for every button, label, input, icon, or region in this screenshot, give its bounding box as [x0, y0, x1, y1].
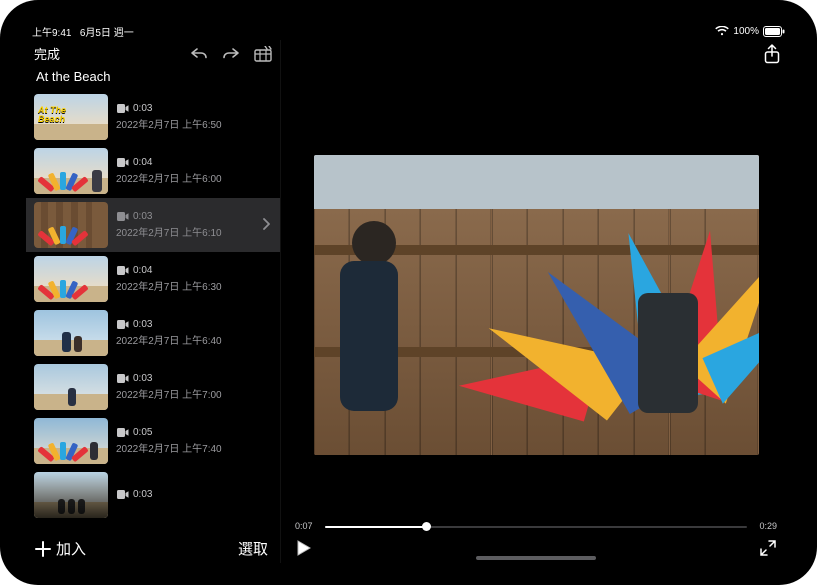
status-time: 上午9:41: [32, 28, 71, 39]
select-button[interactable]: 選取: [238, 538, 268, 559]
plus-icon: [34, 540, 52, 558]
clip-thumbnail: [34, 256, 108, 302]
clip-duration: 0:04: [133, 157, 152, 168]
clip-thumbnail: [34, 364, 108, 410]
clip-row[interactable]: 0:04 2022年2月7日 上午6:30: [26, 252, 280, 306]
scrubber-knob[interactable]: [422, 522, 431, 531]
clip-meta: 0:03 2022年2月7日 上午6:40: [116, 319, 272, 347]
person-silhouette: [340, 221, 410, 451]
share-button[interactable]: [763, 45, 781, 63]
viewer: [281, 68, 791, 517]
main: 0:07 0:29: [281, 40, 791, 563]
play-button[interactable]: [295, 539, 313, 557]
clip-row[interactable]: 0:03 2022年2月7日 上午6:10: [26, 198, 280, 252]
video-icon: [116, 428, 129, 437]
clip-thumbnail: [34, 202, 108, 248]
clip-thumbnail: [34, 148, 108, 194]
battery-icon: [763, 26, 785, 37]
video-icon: [116, 320, 129, 329]
clip-list[interactable]: At TheBeach 0:03 2022年2月7日 上午6:50 0:04 2…: [26, 90, 280, 552]
preview-image: [314, 155, 759, 455]
clip-thumbnail: [34, 472, 108, 518]
sidebar: 完成 At the Beach At TheBe: [26, 40, 281, 563]
screen: 上午9:41 6月5日 週一 100% 完成: [26, 22, 791, 563]
person-silhouette-2: [638, 293, 678, 443]
status-date: 6月5日 週一: [80, 28, 134, 39]
content: 完成 At the Beach At TheBe: [26, 40, 791, 563]
video-icon: [116, 374, 129, 383]
clip-duration: 0:03: [133, 211, 152, 222]
home-indicator[interactable]: [476, 556, 596, 560]
undo-button[interactable]: [190, 45, 208, 63]
clip-date: 2022年2月7日 上午6:00: [116, 170, 272, 185]
clip-row[interactable]: At TheBeach 0:03 2022年2月7日 上午6:50: [26, 90, 280, 144]
video-icon: [116, 490, 129, 499]
video-icon: [116, 158, 129, 167]
clip-meta: 0:03 2022年2月7日 上午7:00: [116, 373, 272, 401]
clip-thumbnail: [34, 418, 108, 464]
preview-canvas[interactable]: [314, 155, 759, 455]
clip-meta: 0:03 2022年2月7日 上午6:10: [116, 211, 254, 239]
clip-meta: 0:05 2022年2月7日 上午7:40: [116, 427, 272, 455]
main-toolbar: [281, 40, 791, 68]
video-icon: [116, 266, 129, 275]
ipad-frame: 上午9:41 6月5日 週一 100% 完成: [0, 0, 817, 585]
clip-date: 2022年2月7日 上午6:40: [116, 332, 272, 347]
scrubber-fill: [325, 526, 426, 528]
clip-date: 2022年2月7日 上午7:40: [116, 440, 272, 455]
clip-meta: 0:03: [116, 489, 272, 502]
video-icon: [116, 104, 129, 113]
kite: [456, 185, 759, 405]
chevron-right-icon: [262, 218, 272, 233]
clip-duration: 0:03: [133, 103, 152, 114]
done-button[interactable]: 完成: [34, 44, 60, 63]
video-icon: [116, 212, 129, 221]
clip-duration: 0:03: [133, 373, 152, 384]
project-title: At the Beach: [26, 65, 280, 90]
clip-duration: 0:04: [133, 265, 152, 276]
clip-thumbnail: [34, 310, 108, 356]
clip-thumbnail: At TheBeach: [34, 94, 108, 140]
clip-date: 2022年2月7日 上午7:00: [116, 386, 272, 401]
sidebar-bottom: 加入 選取: [26, 532, 280, 563]
battery-percent: 100%: [733, 26, 759, 37]
add-button[interactable]: 加入: [34, 538, 86, 559]
clip-duration: 0:03: [133, 319, 152, 330]
clip-duration: 0:03: [133, 489, 152, 500]
scrubber[interactable]: 0:07 0:29: [295, 521, 777, 533]
sidebar-toolbar: 完成: [26, 40, 280, 65]
clip-row[interactable]: 0:05 2022年2月7日 上午7:40: [26, 414, 280, 468]
time-elapsed: 0:07: [295, 521, 313, 531]
status-bar: 上午9:41 6月5日 週一 100%: [26, 22, 791, 40]
fullscreen-button[interactable]: [759, 539, 777, 557]
wifi-icon: [715, 26, 729, 36]
time-total: 0:29: [759, 521, 777, 531]
add-label: 加入: [56, 538, 86, 559]
clip-meta: 0:03 2022年2月7日 上午6:50: [116, 103, 272, 131]
clip-row[interactable]: 0:03 2022年2月7日 上午7:00: [26, 360, 280, 414]
clip-row[interactable]: 0:03: [26, 468, 280, 522]
status-right: 100%: [715, 26, 785, 37]
clip-date: 2022年2月7日 上午6:30: [116, 278, 272, 293]
clip-row[interactable]: 0:04 2022年2月7日 上午6:00: [26, 144, 280, 198]
clip-meta: 0:04 2022年2月7日 上午6:30: [116, 265, 272, 293]
clip-meta: 0:04 2022年2月7日 上午6:00: [116, 157, 272, 185]
clip-date: 2022年2月7日 上午6:50: [116, 116, 272, 131]
clip-date: 2022年2月7日 上午6:10: [116, 224, 254, 239]
storyboard-toggle-button[interactable]: [254, 45, 272, 63]
redo-button[interactable]: [222, 45, 240, 63]
status-left: 上午9:41 6月5日 週一: [32, 24, 134, 39]
clip-duration: 0:05: [133, 427, 152, 438]
clip-row[interactable]: 0:03 2022年2月7日 上午6:40: [26, 306, 280, 360]
